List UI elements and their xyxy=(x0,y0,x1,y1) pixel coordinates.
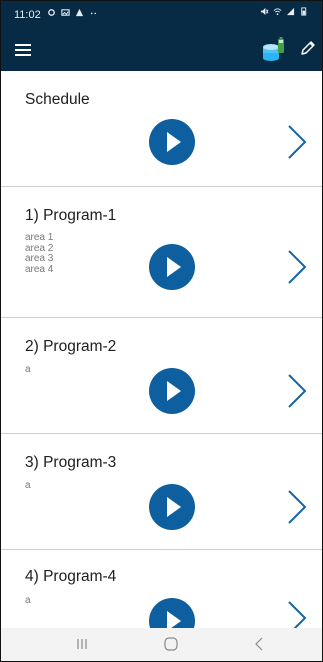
play-button[interactable] xyxy=(149,368,195,414)
app-bar: 11:02 xyxy=(1,1,322,71)
notification-icons xyxy=(47,8,98,17)
image-notification-icon xyxy=(61,9,70,16)
system-icons xyxy=(260,7,308,16)
area-label: area 1 xyxy=(25,232,54,243)
card-title: 4) Program-4 xyxy=(25,568,117,585)
recent-apps-icon[interactable] xyxy=(74,636,90,652)
program-areas: a xyxy=(25,480,31,492)
warning-notification-icon xyxy=(75,8,84,17)
card-title: 2) Program-2 xyxy=(25,338,117,355)
home-icon[interactable] xyxy=(163,636,179,652)
wifi-icon xyxy=(273,8,282,16)
play-button[interactable] xyxy=(149,119,195,165)
program-areas: area 1 area 2 area 3 area 4 xyxy=(25,232,54,275)
program-areas: a xyxy=(25,595,31,607)
schedule-card[interactable]: Schedule xyxy=(1,71,322,187)
app-screen: 11:02 Schedule 1) Program-1 area 1 area … xyxy=(0,0,323,662)
program-card[interactable]: 2) Program-2 a xyxy=(1,318,322,434)
card-title: 3) Program-3 xyxy=(25,454,117,471)
program-card[interactable]: 1) Program-1 area 1 area 2 area 3 area 4 xyxy=(1,187,322,318)
play-button[interactable] xyxy=(149,244,195,290)
status-bar: 11:02 xyxy=(1,1,322,27)
system-navigation-bar xyxy=(1,628,322,661)
chevron-right-icon[interactable] xyxy=(286,249,308,285)
back-icon[interactable] xyxy=(252,636,268,652)
area-label: a xyxy=(25,364,31,375)
program-areas: a xyxy=(25,364,31,376)
toolbar xyxy=(1,27,322,71)
area-label: a xyxy=(25,595,31,606)
area-label: area 4 xyxy=(25,263,54,275)
play-button[interactable] xyxy=(149,484,195,530)
chevron-right-icon[interactable] xyxy=(286,373,308,409)
area-label: area 3 xyxy=(25,253,54,264)
edit-icon[interactable] xyxy=(299,39,317,57)
battery-icon xyxy=(301,7,307,16)
card-title: 1) Program-1 xyxy=(25,207,117,224)
chevron-right-icon[interactable] xyxy=(286,124,308,160)
signal-icon xyxy=(286,7,295,16)
database-status-icon[interactable] xyxy=(262,36,286,62)
mute-icon xyxy=(260,7,269,16)
chevron-right-icon[interactable] xyxy=(286,489,308,525)
program-card[interactable]: 3) Program-3 a xyxy=(1,434,322,550)
menu-icon[interactable] xyxy=(15,44,31,56)
more-notifications-icon xyxy=(90,12,97,15)
card-title: Schedule xyxy=(25,91,90,108)
area-label: a xyxy=(25,480,31,491)
status-time: 11:02 xyxy=(14,9,41,21)
settings-notification-icon xyxy=(48,9,55,16)
